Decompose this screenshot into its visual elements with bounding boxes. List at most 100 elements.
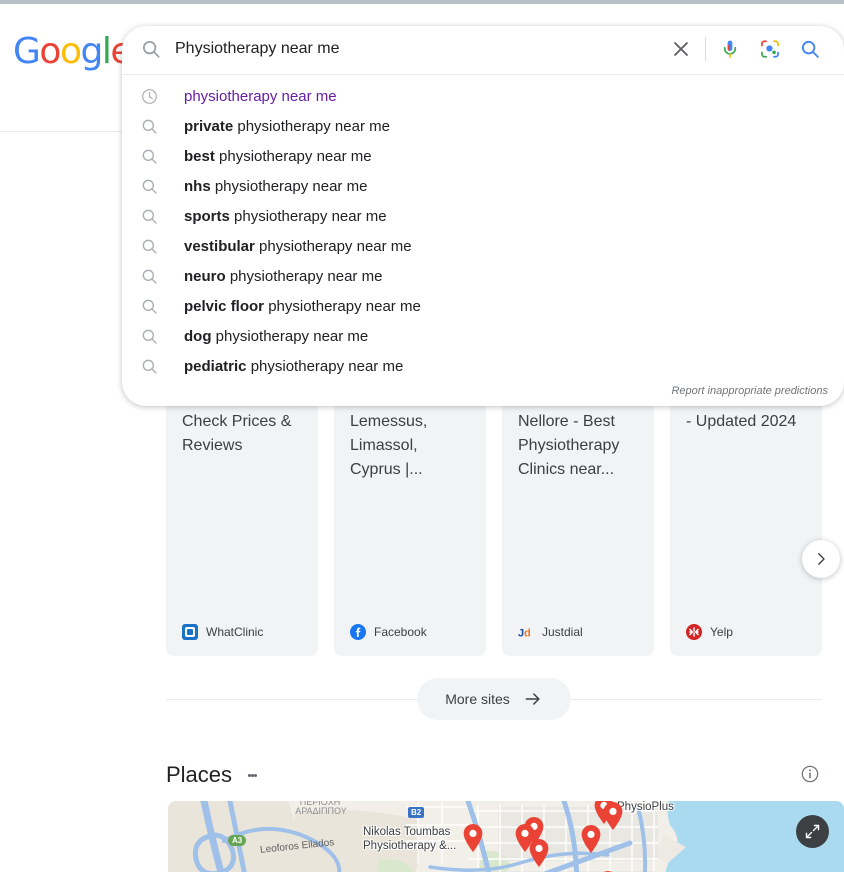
search-input[interactable] xyxy=(175,38,661,60)
suggestion-prefix: sports xyxy=(184,207,230,225)
yelp-icon xyxy=(686,624,702,640)
suggestion-rest: physiotherapy near me xyxy=(233,117,390,135)
chevron-right-icon xyxy=(818,553,825,565)
site-card-source: Yelp xyxy=(686,624,733,640)
site-card-title: Lemessus, Limassol, Cyprus |... xyxy=(350,413,428,478)
suggestion-rest: physiotherapy near me xyxy=(210,177,368,195)
browser-chrome-strip xyxy=(0,0,844,4)
site-card-source: J d Justdial xyxy=(518,624,583,640)
road-shield-a3: A3 xyxy=(228,835,247,846)
suggestion-prefix: nhs xyxy=(184,177,211,195)
site-card-title: Check Prices & Reviews xyxy=(182,413,292,454)
search-icon xyxy=(142,40,160,58)
expand-icon xyxy=(805,824,820,839)
clear-search-button[interactable] xyxy=(661,29,701,69)
logo-letter-l: l xyxy=(101,31,112,72)
suggestion-item[interactable]: dog physiotherapy near me xyxy=(122,321,844,351)
search-icon xyxy=(142,119,157,134)
divider-right xyxy=(570,698,823,700)
suggestion-prefix: vestibular xyxy=(184,237,255,255)
search-icon xyxy=(801,40,819,58)
map-place-label: Physiotherapy &... xyxy=(363,840,457,852)
suggestion-prefix: neuro xyxy=(184,267,226,285)
suggestion-item[interactable]: vestibular physiotherapy near me xyxy=(122,231,844,261)
places-map[interactable]: A3 B2 B5 B4 ΠΕΡΙΟΧΗ ΑΡΑΔΙΠΠΟΥ Leoforos E… xyxy=(168,801,844,872)
suggestion-item[interactable]: private physiotherapy near me xyxy=(122,111,844,141)
places-title: Places xyxy=(166,762,233,787)
site-card-source: WhatClinic xyxy=(182,624,263,640)
map-area-label: ΑΡΑΔΙΠΠΟΥ xyxy=(295,806,347,816)
more-sites-button[interactable]: More sites xyxy=(417,678,571,720)
suggestion-prefix: pediatric xyxy=(184,357,247,375)
sites-carousel: Check Prices & Reviews WhatClinic Lemess… xyxy=(166,396,844,656)
suggestion-rest: physiotherapy near me xyxy=(254,237,412,255)
suggestion-item[interactable]: best physiotherapy near me xyxy=(122,141,844,171)
suggestion-item[interactable]: neuro physiotherapy near me xyxy=(122,261,844,291)
more-sites-row: More sites xyxy=(166,678,823,720)
suggestion-rest: physiotherapy near me xyxy=(246,357,404,375)
suggestion-item[interactable]: nhs physiotherapy near me xyxy=(122,171,844,201)
arrow-right-icon xyxy=(525,693,540,705)
autocomplete-suggestions: physiotherapy near me private physiother… xyxy=(122,75,844,381)
suggestion-item[interactable]: pediatric physiotherapy near me xyxy=(122,351,844,381)
map-pin[interactable] xyxy=(602,801,624,836)
logo-letter-g2: g xyxy=(80,31,103,72)
actions-divider xyxy=(705,37,706,61)
site-card-source: Facebook xyxy=(350,624,427,640)
logo-letter-o1: o xyxy=(39,31,61,72)
about-this-result-icon[interactable] xyxy=(800,764,822,786)
search-actions xyxy=(661,29,844,69)
suggestion-item[interactable]: pelvic floor physiotherapy near me xyxy=(122,291,844,321)
suggestion-text: dog physiotherapy near me xyxy=(184,327,368,346)
suggestion-item-history[interactable]: physiotherapy near me xyxy=(122,81,844,111)
search-icon xyxy=(142,329,157,344)
carousel-next-button[interactable] xyxy=(802,540,840,578)
suggestion-text: vestibular physiotherapy near me xyxy=(184,237,412,256)
site-card[interactable]: - Updated 2024 Yelp xyxy=(670,396,822,656)
close-icon xyxy=(674,42,688,56)
search-icon xyxy=(142,359,157,374)
site-card[interactable]: Lemessus, Limassol, Cyprus |... Facebook xyxy=(334,396,486,656)
site-card-title: Nellore - Best Physiotherapy Clinics nea… xyxy=(518,413,620,478)
suggestion-text: physiotherapy near me xyxy=(184,87,337,105)
suggestion-item[interactable]: sports physiotherapy near me xyxy=(122,201,844,231)
suggestion-rest: physiotherapy near me xyxy=(214,147,372,165)
suggestion-prefix: private xyxy=(184,117,234,135)
site-card-source-name: Justdial xyxy=(542,625,583,639)
map-place-label: Nikolas Toumbas xyxy=(363,826,451,838)
report-predictions-row: Report inappropriate predictions xyxy=(122,381,844,406)
search-icon xyxy=(142,179,157,194)
report-predictions-link[interactable]: Report inappropriate predictions xyxy=(671,385,828,397)
site-card-title: - Updated 2024 xyxy=(686,413,797,430)
map-place-label: PhysioPlus xyxy=(617,801,674,813)
map-pin[interactable] xyxy=(462,823,484,858)
svg-text:d: d xyxy=(524,628,531,640)
suggestion-rest: physiotherapy near me xyxy=(225,267,383,285)
search-submit-button[interactable] xyxy=(790,29,830,69)
site-card[interactable]: Nellore - Best Physiotherapy Clinics nea… xyxy=(502,396,654,656)
map-canvas xyxy=(168,801,844,872)
places-header: Places xyxy=(166,758,822,792)
expand-map-button[interactable] xyxy=(796,815,829,848)
suggestion-rest: physiotherapy near me xyxy=(264,297,421,315)
search-icon xyxy=(142,299,157,314)
places-menu-icon[interactable] xyxy=(240,763,264,787)
clock-history-icon xyxy=(142,88,157,104)
suggestion-text: nhs physiotherapy near me xyxy=(184,177,367,196)
justdial-icon: J d xyxy=(518,628,531,640)
map-pin[interactable] xyxy=(528,838,550,872)
header-divider xyxy=(0,131,122,132)
suggestion-prefix: pelvic floor xyxy=(184,297,265,315)
suggestion-text: best physiotherapy near me xyxy=(184,147,372,166)
divider-left xyxy=(166,698,418,700)
site-card[interactable]: Check Prices & Reviews WhatClinic xyxy=(166,396,318,656)
google-logo[interactable]: Google xyxy=(13,31,132,72)
suggestion-text: private physiotherapy near me xyxy=(184,117,390,136)
search-icon xyxy=(142,209,157,224)
voice-search-button[interactable] xyxy=(710,29,750,69)
logo-letter-o2: o xyxy=(59,31,82,72)
lens-camera-icon xyxy=(761,40,779,58)
more-sites-label: More sites xyxy=(445,691,510,707)
google-lens-button[interactable] xyxy=(750,29,790,69)
suggestion-rest: physiotherapy near me xyxy=(211,327,369,345)
